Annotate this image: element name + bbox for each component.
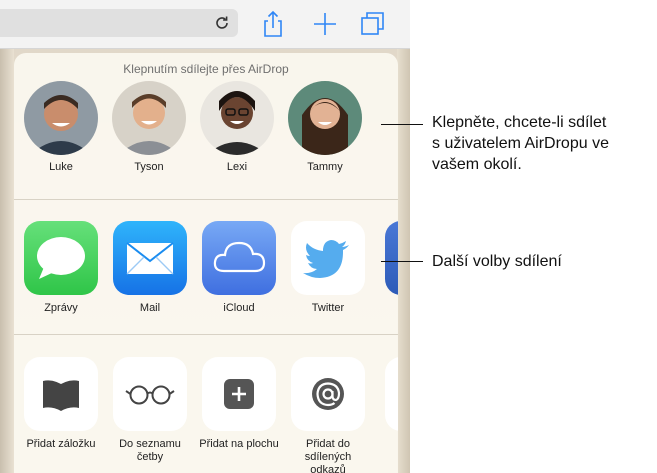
airdrop-person-luke[interactable]: Luke xyxy=(21,81,101,173)
app-label: Zprávy xyxy=(44,302,78,314)
avatar xyxy=(24,81,98,155)
action-add-to-home[interactable]: Přidat na plochu xyxy=(197,357,281,451)
person-name: Tyson xyxy=(134,161,164,173)
action-label: Přidat na plochu xyxy=(199,438,279,450)
person-name: Lexi xyxy=(226,161,248,173)
share-app-icloud[interactable]: iCloud xyxy=(197,221,281,315)
person-name: Tammy xyxy=(307,161,343,173)
add-to-home-icon xyxy=(202,357,276,431)
twitter-icon xyxy=(291,221,365,295)
action-add-bookmark[interactable]: Přidat záložku xyxy=(19,357,103,451)
partially-visible-app-icon[interactable] xyxy=(385,221,398,295)
mail-icon xyxy=(113,221,187,295)
share-app-mail[interactable]: Mail xyxy=(108,221,192,315)
avatar xyxy=(200,81,274,155)
safari-toolbar xyxy=(0,0,410,49)
reading-list-glasses-icon xyxy=(113,357,187,431)
callout-more-options: Další volby sdílení xyxy=(432,253,562,270)
reload-icon[interactable] xyxy=(214,15,230,31)
callout-airdrop-line: Klepněte, chcete-li sdílet xyxy=(432,114,607,131)
callout-airdrop-line: vašem okolí. xyxy=(432,156,522,173)
share-app-twitter[interactable]: Twitter xyxy=(286,221,370,315)
action-label: Do seznamu četby xyxy=(119,438,181,463)
action-label: Přidat do sdílených odkazů xyxy=(304,438,352,473)
airdrop-person-tammy[interactable]: Tammy xyxy=(285,81,365,173)
icloud-icon xyxy=(202,221,276,295)
app-label: iCloud xyxy=(223,302,255,314)
address-bar[interactable] xyxy=(0,9,238,37)
airdrop-person-tyson[interactable]: Tyson xyxy=(109,81,189,173)
callout-airdrop: Klepněte, chcete-li sdílet s uživatelem … xyxy=(432,112,609,175)
share-icon[interactable] xyxy=(259,10,287,38)
person-name: Luke xyxy=(49,161,73,173)
action-reading-list[interactable]: Do seznamu četby xyxy=(108,357,192,464)
app-label: Twitter xyxy=(311,302,345,314)
messages-icon xyxy=(24,221,98,295)
section-divider xyxy=(14,334,398,335)
shared-links-at-icon xyxy=(291,357,365,431)
action-label: Přidat záložku xyxy=(26,438,96,450)
new-tab-plus-icon[interactable] xyxy=(311,10,339,38)
app-label: Mail xyxy=(139,302,161,314)
airdrop-person-lexi[interactable]: Lexi xyxy=(197,81,277,173)
section-divider xyxy=(14,199,398,200)
bookmark-book-icon xyxy=(24,357,98,431)
callout-leader-airdrop xyxy=(381,124,423,125)
tabs-overview-icon[interactable] xyxy=(359,10,387,38)
blurred-webpage-left-edge xyxy=(0,48,14,473)
partially-visible-action-icon[interactable] xyxy=(385,357,398,431)
callout-leader-more-options xyxy=(381,261,423,262)
share-sheet: Klepnutím sdílejte přes AirDrop Luke Tys… xyxy=(14,53,398,473)
share-app-messages[interactable]: Zprávy xyxy=(19,221,103,315)
airdrop-title: Klepnutím sdílejte přes AirDrop xyxy=(123,62,289,76)
action-add-shared-links[interactable]: Přidat do sdílených odkazů xyxy=(286,357,370,473)
avatar xyxy=(112,81,186,155)
callout-airdrop-line: s uživatelem AirDropu ve xyxy=(432,135,609,152)
avatar xyxy=(288,81,362,155)
